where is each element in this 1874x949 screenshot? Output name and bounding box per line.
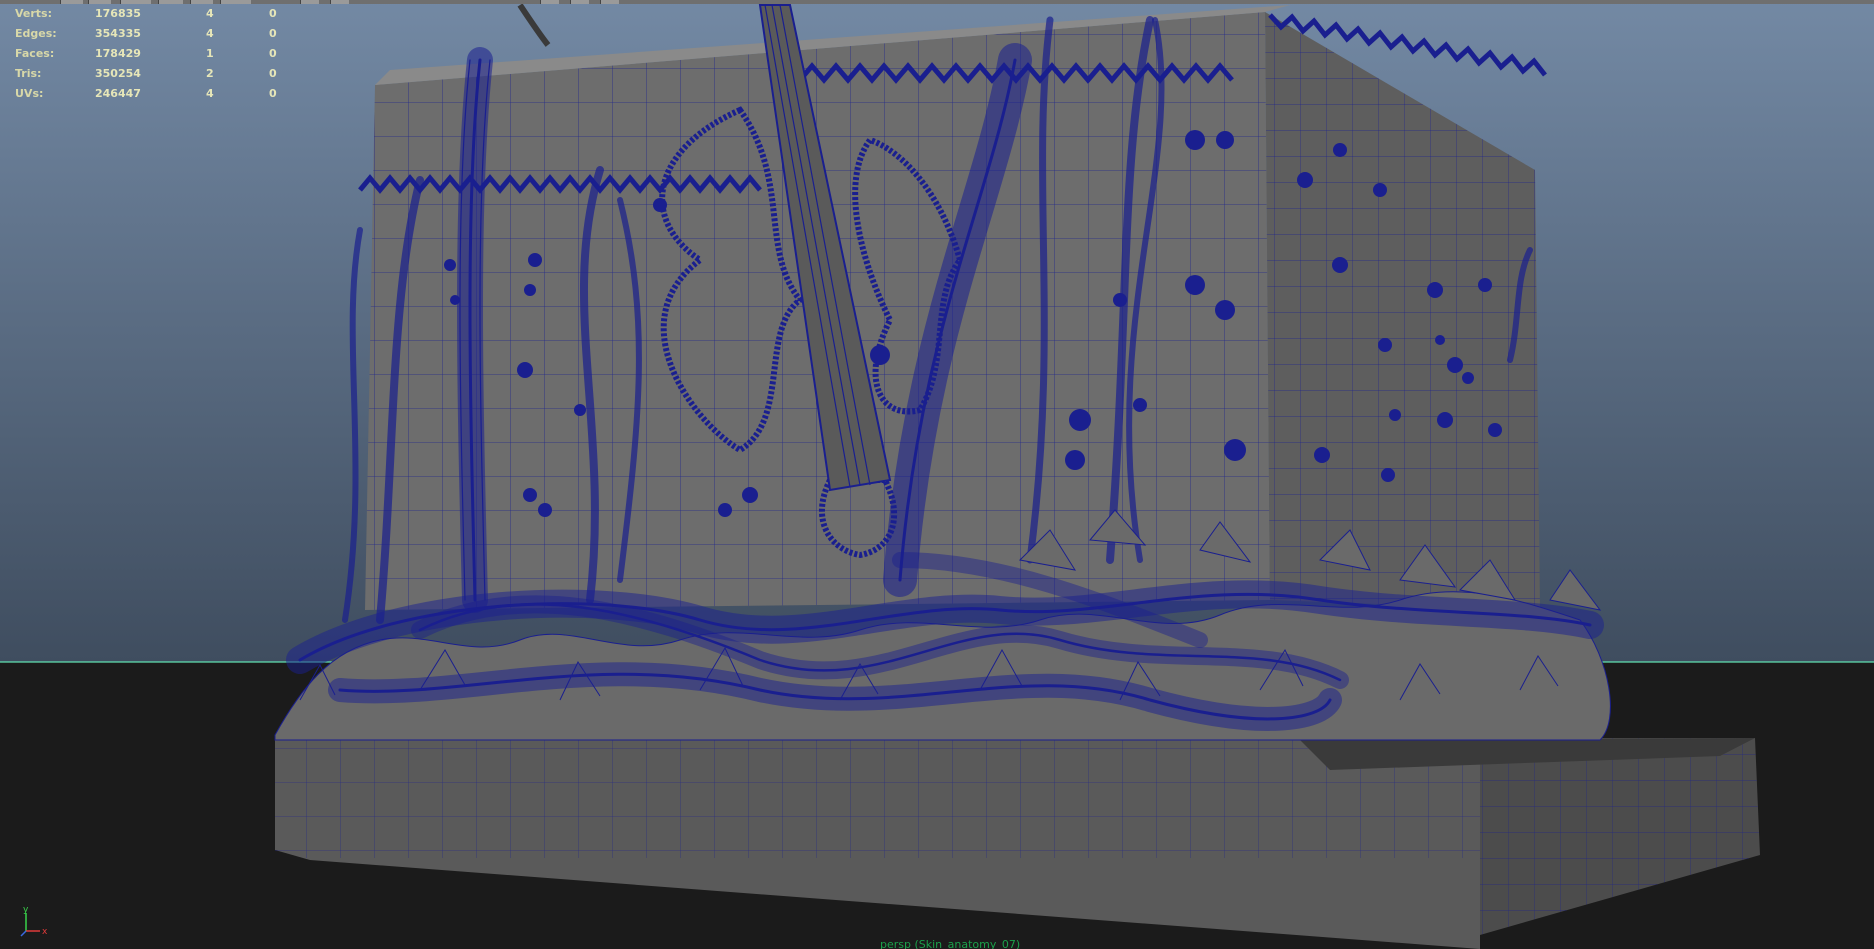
hud-selected: 4 [206,7,214,20]
viewport-scene[interactable] [0,0,1874,949]
hud-row-tris: Tris: 350254 2 0 [15,64,277,84]
toolbar-button[interactable] [540,0,559,4]
viewport-toolbar-strip [0,0,1874,4]
hud-total: 176835 [95,7,141,20]
hud-component: 0 [269,47,277,60]
hud-total: 178429 [95,47,141,60]
toolbar-button[interactable] [300,0,319,4]
3d-viewport[interactable]: Verts: 176835 4 0 Edges: 354335 4 0 Face… [0,0,1874,949]
hud-row-uvs: UVs: 246447 4 0 [15,84,277,104]
hud-component: 0 [269,27,277,40]
toolbar-button[interactable] [600,0,619,4]
axis-gizmo-icon: y x [20,905,48,937]
hud-label: UVs: [15,87,44,100]
hud-selected: 4 [206,87,214,100]
hud-label: Verts: [15,7,53,20]
poly-count-hud: Verts: 176835 4 0 Edges: 354335 4 0 Face… [15,4,277,104]
hud-label: Faces: [15,47,55,60]
axis-x-label: x [42,927,48,937]
hud-label: Tris: [15,67,42,80]
hud-selected: 1 [206,47,214,60]
hud-component: 0 [269,87,277,100]
toolbar-button[interactable] [570,0,589,4]
hud-selected: 4 [206,27,214,40]
hud-row-faces: Faces: 178429 1 0 [15,44,277,64]
toolbar-button[interactable] [330,0,349,4]
hud-row-verts: Verts: 176835 4 0 [15,4,277,24]
axis-y-label: y [23,905,29,915]
hud-selected: 2 [206,67,214,80]
hud-label: Edges: [15,27,57,40]
hud-row-edges: Edges: 354335 4 0 [15,24,277,44]
hud-total: 246447 [95,87,141,100]
hud-total: 350254 [95,67,141,80]
hud-component: 0 [269,7,277,20]
camera-label: persp (Skin_anatomy_07) [880,938,1021,949]
hud-total: 354335 [95,27,141,40]
hud-component: 0 [269,67,277,80]
